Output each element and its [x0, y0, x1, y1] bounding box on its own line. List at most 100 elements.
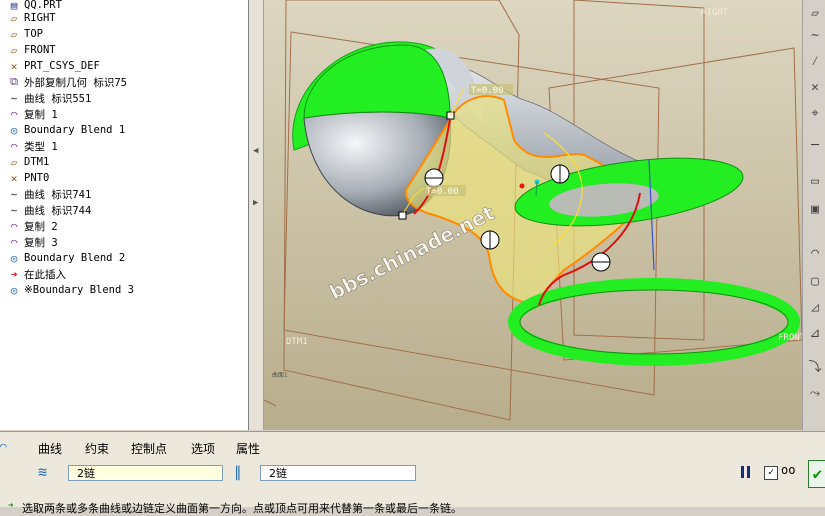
model-tree-item[interactable]: ⧉ 外部复制几何 标识75 — [4, 74, 127, 90]
first-direction-icon: ≋ — [38, 463, 48, 481]
model-tree-item-label: 复制 1 — [24, 108, 58, 121]
copy-geometry-icon: ⧉ — [10, 75, 18, 88]
tab-properties[interactable]: 属性 — [236, 440, 260, 457]
merge-tool-icon[interactable]: ⤳ — [806, 384, 824, 402]
panel-splitter[interactable]: ◀ ▶ — [249, 0, 264, 430]
surface-copy-icon: ◠ — [10, 107, 18, 121]
ok-button[interactable]: ✔ — [808, 460, 825, 488]
model-tree-item-label: PNT0 — [24, 172, 50, 184]
model-tree-item-label: TOP — [24, 28, 43, 40]
model-tree-item-label: 在此插入 — [24, 268, 66, 281]
model-tree-item[interactable]: ➜ 在此插入 — [4, 266, 66, 282]
model-tree-item-label: DTM1 — [24, 156, 50, 168]
datum-point-tool-icon[interactable]: ✕ — [806, 78, 824, 96]
surface-copy-icon: ◠ — [10, 219, 18, 233]
model-tree-item-label: RIGHT — [24, 12, 56, 24]
draft-tool-icon[interactable]: ◿ — [806, 298, 824, 316]
shell-tool-icon[interactable]: ▢ — [806, 272, 824, 290]
datum-plane-tool-icon[interactable]: ▱ — [806, 4, 824, 22]
tab-curves[interactable]: 曲线 — [38, 440, 62, 457]
label-dtm1: DTM1 — [286, 337, 308, 347]
first-direction-collector[interactable]: 2链 — [68, 465, 223, 481]
rib-tool-icon[interactable]: ⊿ — [806, 324, 824, 342]
model-tree-item[interactable]: ◎ Boundary Blend 1 — [4, 122, 125, 138]
datum-plane-icon: ▱ — [10, 155, 18, 169]
datum-plane-icon: ▱ — [10, 27, 18, 41]
model-tree-item-label: Boundary Blend 2 — [24, 252, 126, 264]
graphics-window[interactable]: T=0.00 T=0.00 RIGHT DTM1 FRONT 曲面1 bbs.c… — [264, 0, 802, 430]
model-tree-item-label: 外部复制几何 标识75 — [24, 76, 127, 89]
model-tree-item[interactable]: ∼ 曲线 标识741 — [4, 186, 92, 202]
model-tree-item[interactable]: ∼ 曲线 标识744 — [4, 202, 92, 218]
csys-icon: ✕ — [10, 59, 18, 73]
model-tree-item[interactable]: ▱ RIGHT — [4, 10, 56, 26]
curve-icon: ∼ — [10, 91, 18, 105]
model-tree-item[interactable]: ▱ TOP — [4, 26, 43, 42]
model-tree-item[interactable]: ◎ Boundary Blend 2 — [4, 250, 125, 266]
model-tree-item[interactable]: ◎ ※Boundary Blend 3 — [4, 282, 134, 298]
model-tree-item-label: ※Boundary Blend 3 — [24, 284, 134, 296]
surface-copy-icon: ◠ — [10, 139, 18, 153]
model-tree-item-label: 曲线 标识551 — [24, 92, 92, 105]
csys-tool-icon[interactable]: ⌖ — [806, 104, 824, 122]
trim-tool-icon[interactable]: ⤵ — [806, 356, 824, 375]
model-tree-item-label: 类型 1 — [24, 140, 58, 153]
second-direction-collector[interactable]: 2链 — [260, 465, 416, 481]
model-tree: ▤ QQ.PRT ▱ RIGHT ▱ TOP ▱ FRONT ✕ PRT_CSYS_DEF ⧉ 外部复… — [0, 0, 249, 430]
model-tree-item[interactable]: ◠ 类型 1 — [4, 138, 58, 154]
expand-right-arrow-icon[interactable]: ▶ — [253, 198, 259, 208]
revolve-tool-icon[interactable]: ▣ — [806, 200, 824, 218]
pause-icon — [747, 466, 750, 478]
model-tree-item-label: FRONT — [24, 44, 56, 56]
datum-point-pnt0[interactable] — [519, 183, 525, 189]
model-tree-item-label: Boundary Blend 1 — [24, 124, 126, 136]
boundary-blend-icon: ◎ — [10, 251, 18, 265]
model-tree-item-label: 复制 3 — [24, 236, 58, 249]
collapse-left-arrow-icon[interactable]: ◀ — [253, 146, 259, 156]
model-tree-item[interactable]: ∼ 曲线 标识551 — [4, 90, 92, 106]
label-front: FRONT — [778, 333, 802, 343]
curve-icon: ∼ — [10, 187, 18, 201]
model-tree-item[interactable]: ✕ PRT_CSYS_DEF — [4, 58, 100, 74]
datum-plane-icon: ▱ — [10, 43, 18, 57]
model-tree-item[interactable]: ◠ 复制 2 — [4, 218, 58, 234]
model-tree-item[interactable]: ◠ 复制 1 — [4, 106, 58, 122]
model-tree-item[interactable]: ▱ FRONT — [4, 42, 56, 58]
model-tree-item[interactable]: ◠ 复制 3 — [4, 234, 58, 250]
status-arrow-icon: ➜ — [8, 501, 14, 511]
vertex-handle[interactable] — [398, 211, 407, 220]
preview-checkbox[interactable]: ✓ — [764, 466, 778, 480]
model-tree-item-label: 复制 2 — [24, 220, 58, 233]
label-t2: T=0.00 — [426, 187, 459, 197]
datum-point-icon: ✕ — [10, 171, 18, 185]
datum-axis-tool-icon[interactable]: ⁄ — [806, 52, 824, 70]
model-tree-item[interactable]: ▱ DTM1 — [4, 154, 50, 170]
model-tree-item-label: PRT_CSYS_DEF — [24, 60, 100, 72]
boundary-blend-icon: ◠ — [0, 440, 7, 453]
model-tree-item-label: 曲线 标识744 — [24, 204, 92, 217]
round-tool-icon[interactable]: ◠ — [806, 244, 824, 262]
model-tree-item[interactable]: ✕ PNT0 — [4, 170, 50, 186]
pause-icon — [741, 466, 744, 478]
label-right: RIGHT — [701, 8, 729, 18]
datum-plane-icon: ▱ — [10, 11, 18, 25]
right-toolbar: ▱ ∼ ⁄ ✕ ⌖ ─ ▭ ▣ ◠ ▢ ◿ ⊿ ⤵ ⤳ — [802, 0, 825, 430]
boundary-blend-icon: ◎ — [10, 123, 18, 137]
insert-here-arrow-icon: ➜ — [10, 267, 18, 281]
curve-icon: ∼ — [10, 203, 18, 217]
tab-options[interactable]: 选项 — [191, 440, 215, 457]
tab-constraints[interactable]: 约束 — [85, 440, 109, 457]
model-tree-item-label: 曲线 标识741 — [24, 188, 92, 201]
pause-button[interactable] — [740, 465, 752, 479]
status-message: 选取两条或多条曲线或边链定义曲面第一方向。点或顶点可用来代替第一条或最后一条链。 — [22, 502, 462, 515]
sketch-curve-tool-icon[interactable]: ∼ — [806, 26, 824, 44]
second-direction-icon: ∥ — [234, 463, 242, 481]
tab-control-points[interactable]: 控制点 — [131, 440, 167, 457]
label-t1: T=0.00 — [471, 86, 504, 96]
surface-copy-icon: ◠ — [10, 235, 18, 249]
glasses-preview-icon[interactable]: oo — [781, 463, 803, 481]
boundary-blend-icon: ◎ — [10, 283, 18, 297]
extrude-tool-icon[interactable]: ▭ — [806, 172, 824, 190]
boundary-blend-dashboard: ◠ 曲线 约束 控制点 选项 属性 ≋ 2链 ∥ 2链 ✓ oo ✔ 选取两条或… — [0, 431, 825, 515]
model-view[interactable]: T=0.00 T=0.00 RIGHT DTM1 FRONT 曲面1 bbs.c… — [264, 0, 802, 430]
